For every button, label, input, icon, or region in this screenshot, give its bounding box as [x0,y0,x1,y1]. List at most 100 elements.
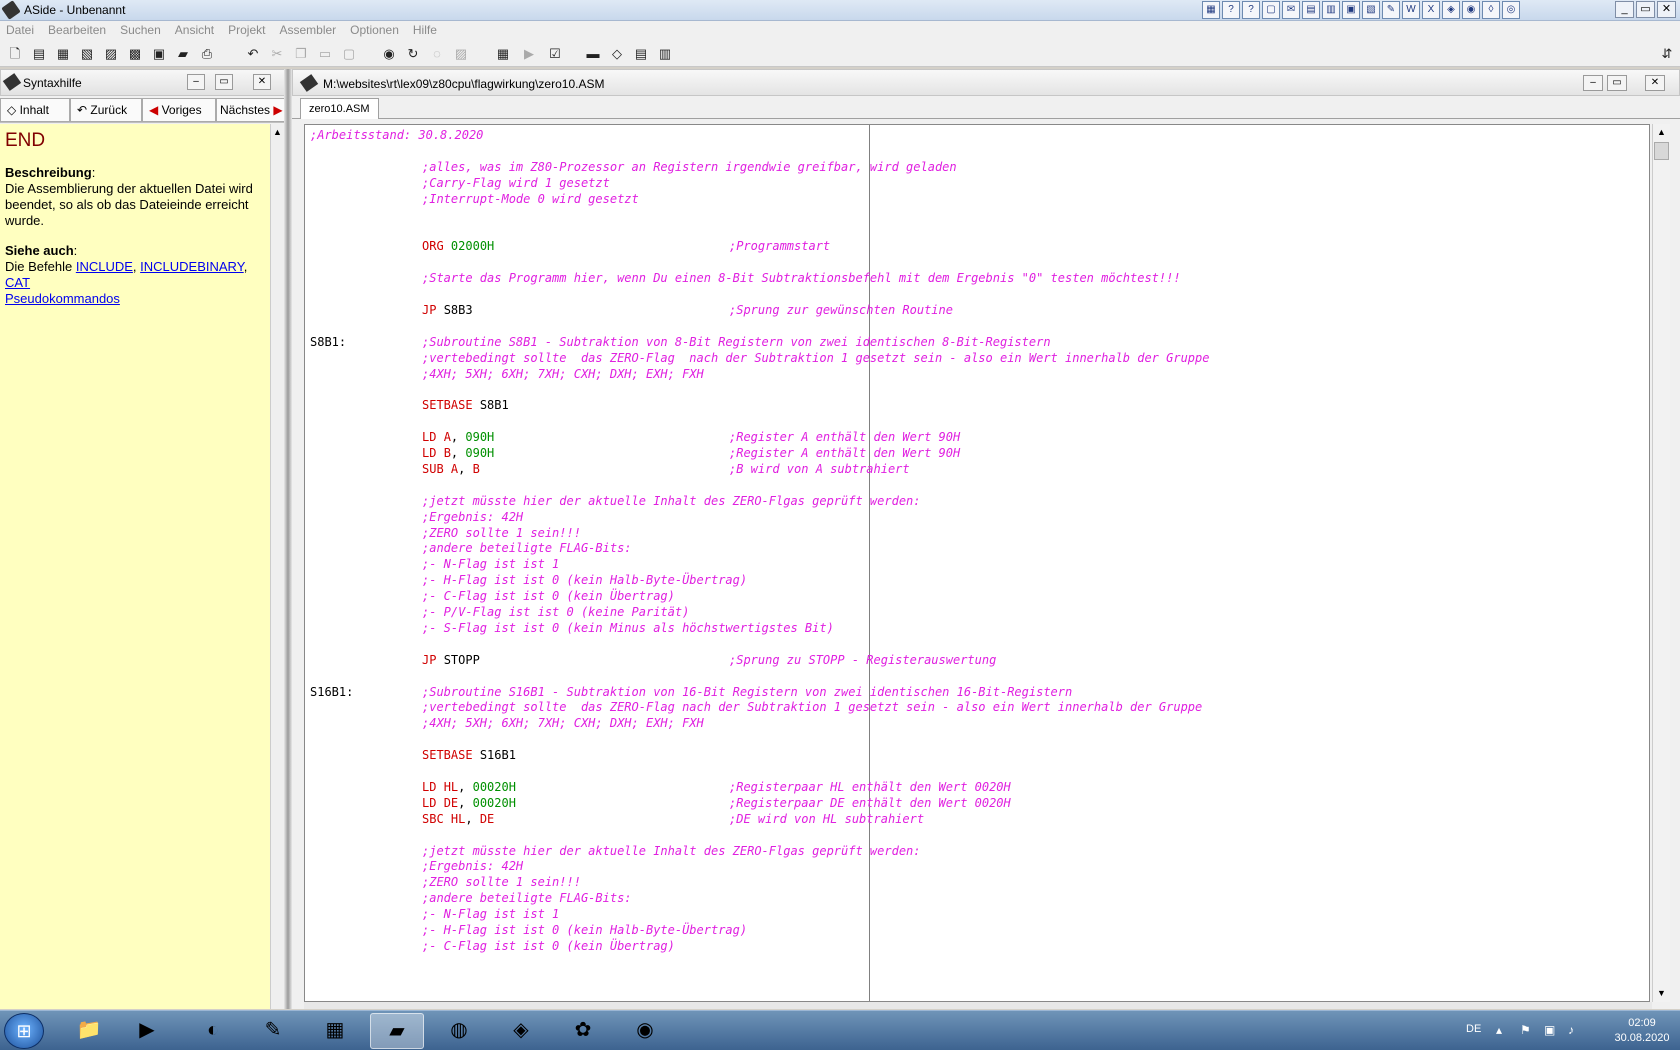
paste-icon[interactable]: ▭ [316,45,334,63]
book-icon[interactable]: ▬ [584,45,602,63]
save-all-icon[interactable]: ▩ [126,45,144,63]
menu-datei[interactable]: Datei [6,21,41,41]
goto-icon[interactable]: ▨ [452,45,470,63]
back-button[interactable]: ↶ Zurück [70,98,142,122]
link-pseudokommandos[interactable]: Pseudokommandos [5,291,120,306]
menu-hilfe[interactable]: Hilfe [413,21,444,41]
new-doc-icon[interactable]: ▤ [30,45,48,63]
folder-icon[interactable]: ▰ [174,45,192,63]
edge-icon[interactable]: ◐ [186,1013,240,1049]
help-scrollbar[interactable]: ▲ [270,124,284,1009]
link-cat[interactable]: CAT [5,275,30,290]
quick-launch-icon[interactable]: ▢ [1262,1,1280,19]
menu-bearbeiten[interactable]: Bearbeiten [48,21,113,41]
open-project-icon[interactable]: ▧ [78,45,96,63]
minimize-icon[interactable]: _ [1615,1,1634,18]
undo-icon[interactable]: ↶ [244,45,262,63]
run-icon[interactable]: ▶ [520,45,538,63]
explorer-icon[interactable]: 📁 [62,1013,116,1049]
restore-icon[interactable]: ▭ [1636,1,1655,18]
code-comment: ;- N-Flag ist ist 1 [422,907,560,922]
menu-optionen[interactable]: Optionen [350,21,406,41]
code-instruction: LD [422,446,437,460]
minimize-icon[interactable]: – [187,74,205,90]
save-project-icon[interactable]: ▣ [150,45,168,63]
replace-icon[interactable]: ↻ [404,45,422,63]
notepad-icon[interactable]: ✎ [246,1013,300,1049]
toolbar-overflow-icon[interactable]: ⇵ [1658,45,1676,63]
globe-icon[interactable]: ◍ [432,1013,486,1049]
language-indicator[interactable]: DE [1466,1023,1481,1035]
editor-vertical-scrollbar[interactable]: ▲ ▼ [1652,124,1670,1002]
print-icon[interactable]: ⎙ [198,45,216,63]
card-icon[interactable]: ▣ [1342,1,1360,19]
mail-icon[interactable]: ✉ [1282,1,1300,19]
code-register: HL [443,779,459,794]
network-icon[interactable]: ◈ [494,1013,548,1049]
app-icon[interactable]: ◊ [1482,1,1500,19]
paste-special-icon[interactable]: ▢ [340,45,358,63]
code-editor[interactable]: ;Arbeitsstand: 30.8.2020 ;alles, was im Z… [304,124,1650,1002]
note-icon[interactable]: ✎ [1382,1,1400,19]
menu-ansicht[interactable]: Ansicht [175,21,221,41]
calculator-icon[interactable]: ▦ [308,1013,362,1049]
editor-horizontal-scrollbar[interactable] [304,1002,1652,1009]
volume-icon[interactable]: ♪ [1568,1023,1574,1037]
scroll-thumb[interactable] [1654,142,1669,160]
check-icon[interactable]: ☑ [546,45,564,63]
scroll-up-icon[interactable]: ▲ [271,124,284,140]
tray-network-icon[interactable]: ▣ [1544,1023,1555,1037]
scroll-up-icon[interactable]: ▲ [1653,124,1670,141]
scroll-down-icon[interactable]: ▼ [1653,985,1670,1002]
previous-button[interactable]: ◀ Voriges [142,98,216,122]
media-player-icon[interactable]: ▶ [120,1013,174,1049]
excel-icon[interactable]: X [1422,1,1440,19]
paint-icon[interactable]: ✿ [556,1013,610,1049]
code-comment: ;Starte das Programm hier, wenn Du einen… [422,271,1181,286]
next-button[interactable]: Nächstes ▶ [216,98,288,122]
close-icon[interactable]: ✕ [253,74,271,90]
clipboard-icon[interactable]: ▥ [1322,1,1340,19]
copy-icon[interactable]: ❐ [292,45,310,63]
export-icon[interactable]: ▥ [656,45,674,63]
menu-assembler[interactable]: Assembler [279,21,343,41]
find-icon[interactable]: ◉ [380,45,398,63]
tab-zero10[interactable]: zero10.ASM [300,98,379,119]
start-button[interactable]: ⊞ [4,1013,44,1049]
word-icon[interactable]: W [1402,1,1420,19]
save-icon[interactable]: ▨ [102,45,120,63]
syntax-help-panel: Syntaxhilfe – ▭ ✕ ◇ Inhalt ↶ Zurück ◀ Vo… [0,69,288,1009]
new-file-icon[interactable]: 🗋 [6,45,24,63]
open-icon[interactable]: ▦ [54,45,72,63]
menu-suchen[interactable]: Suchen [120,21,168,41]
find-next-icon[interactable]: ◌ [428,45,446,63]
book-icon[interactable]: ▧ [1362,1,1380,19]
code-line: ;jetzt müsste hier der aktuelle Inhalt d… [422,843,921,860]
app-icon[interactable]: ◉ [1462,1,1480,19]
bookmark-icon[interactable]: ◇ [608,45,626,63]
help-icon[interactable]: ? [1242,1,1260,19]
contents-button[interactable]: ◇ Inhalt [0,98,70,122]
restore-icon[interactable]: ▭ [1607,75,1627,91]
chrome-icon[interactable]: ◉ [618,1013,672,1049]
pane-splitter[interactable] [284,69,292,1009]
cut-icon[interactable]: ✂ [268,45,286,63]
restore-icon[interactable]: ▭ [215,74,233,90]
quick-launch-icon[interactable]: ▦ [1202,1,1220,19]
list-icon[interactable]: ▤ [632,45,650,63]
window-icon[interactable]: ▤ [1302,1,1320,19]
link-include[interactable]: INCLUDE [76,259,133,274]
tray-expand-icon[interactable]: ▴ [1496,1023,1502,1037]
app-icon[interactable]: ◎ [1502,1,1520,19]
menu-projekt[interactable]: Projekt [228,21,272,41]
help-icon[interactable]: ? [1222,1,1240,19]
tray-flag-icon[interactable]: ⚑ [1520,1023,1531,1037]
aside-taskbar-icon[interactable]: ▰ [370,1013,424,1049]
assemble-icon[interactable]: ▦ [494,45,512,63]
app-icon[interactable]: ◈ [1442,1,1460,19]
link-includebinary[interactable]: INCLUDEBINARY [140,259,244,274]
close-icon[interactable]: ✕ [1657,1,1676,18]
close-icon[interactable]: ✕ [1645,75,1665,91]
clock[interactable]: 02:09 30.08.2020 [1612,1016,1672,1046]
minimize-icon[interactable]: – [1583,75,1603,91]
